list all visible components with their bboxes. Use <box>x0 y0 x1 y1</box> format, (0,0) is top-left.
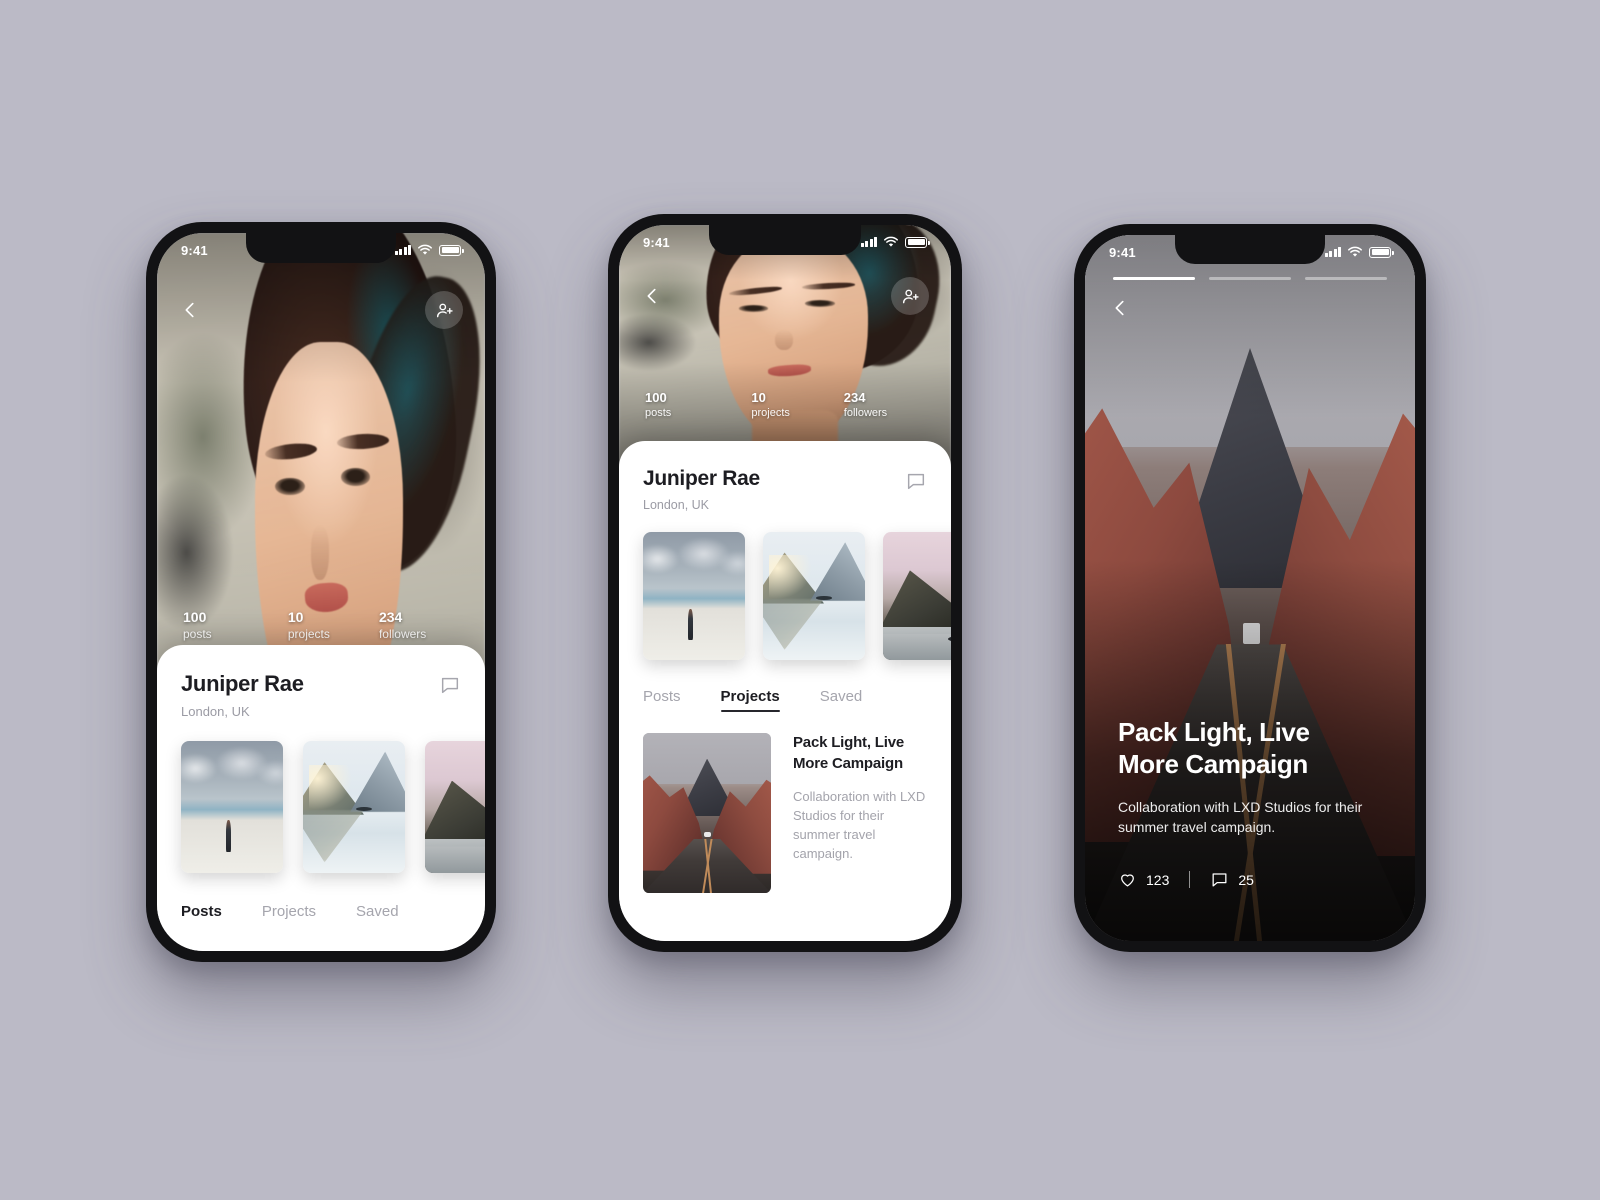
project-detail-content: Pack Light, Live More Campaign Collabora… <box>1085 717 1415 889</box>
nav-row <box>619 277 951 315</box>
thumbnail-item[interactable] <box>883 532 951 660</box>
screen-profile-posts: 9:41 100 posts 10 projects 234 followers… <box>157 233 485 951</box>
message-bubble-icon[interactable] <box>905 470 927 497</box>
screen-project-detail: 9:41 Pack Light, Live More Campaign Coll… <box>1085 235 1415 941</box>
progress-segment-3[interactable] <box>1305 277 1387 280</box>
tab-posts[interactable]: Posts <box>643 688 681 705</box>
thumbnail-item[interactable] <box>303 741 405 873</box>
tab-saved[interactable]: Saved <box>356 903 399 920</box>
tab-projects[interactable]: Projects <box>262 903 316 920</box>
thumbnail-item[interactable] <box>643 532 745 660</box>
profile-card-header: Juniper Rae London, UK <box>181 671 461 719</box>
project-list-item[interactable]: Pack Light, Live More Campaign Collabora… <box>643 733 927 893</box>
profile-card: Juniper Rae London, UK Posts Projects Sa… <box>619 441 951 941</box>
chevron-left-icon[interactable] <box>641 285 663 307</box>
like-count: 123 <box>1146 871 1170 888</box>
thumbnail-strip[interactable] <box>643 532 951 660</box>
stat-projects: 10 projects <box>751 390 790 420</box>
like-group[interactable]: 123 <box>1118 870 1169 889</box>
stat-followers: 234 followers <box>843 390 888 420</box>
content-tabs[interactable]: Posts Projects Saved <box>181 903 461 920</box>
stat-posts: 100 posts <box>645 390 672 420</box>
progress-segment-1[interactable] <box>1113 277 1195 280</box>
message-bubble-icon[interactable] <box>439 674 461 701</box>
project-title: Pack Light, Live More Campaign <box>793 734 904 772</box>
thumbnail-item[interactable] <box>425 741 485 873</box>
tab-saved[interactable]: Saved <box>820 688 863 705</box>
content-tabs[interactable]: Posts Projects Saved <box>643 688 927 712</box>
profile-stats: 100 posts 10 projects 234 followers <box>619 390 951 421</box>
profile-location: London, UK <box>643 498 710 512</box>
screen-profile-projects: 9:41 100 posts 10 projects 234 followers… <box>619 225 951 941</box>
device-notch <box>1175 235 1325 264</box>
profile-stats: 100 posts 10 projects 234 followers <box>157 609 485 642</box>
project-detail-description: Collaboration with LXD Studios for their… <box>1118 799 1363 836</box>
profile-name: Juniper Rae <box>643 467 760 490</box>
device-notch <box>246 233 396 263</box>
phone-mockup-project-detail: 9:41 Pack Light, Live More Campaign Coll… <box>1074 224 1426 952</box>
project-thumbnail[interactable] <box>643 733 771 893</box>
thumbnail-item[interactable] <box>763 532 865 660</box>
add-person-icon[interactable] <box>425 291 463 329</box>
engagement-meta: 123 25 <box>1118 870 1382 889</box>
comment-count: 25 <box>1238 871 1254 888</box>
profile-card: Juniper Rae London, UK Posts Projects Sa… <box>157 645 485 951</box>
profile-hero-photo <box>619 225 951 475</box>
comment-bubble-icon[interactable] <box>1210 870 1229 889</box>
thumbnail-item[interactable] <box>181 741 283 873</box>
nav-row <box>1085 297 1415 319</box>
nav-row <box>157 291 485 329</box>
chevron-left-icon[interactable] <box>179 299 201 321</box>
progress-segment-2[interactable] <box>1209 277 1291 280</box>
phone-mockup-profile-posts: 9:41 100 posts 10 projects 234 followers… <box>146 222 496 962</box>
profile-name: Juniper Rae <box>181 671 304 696</box>
thumbnail-strip[interactable] <box>181 741 485 873</box>
chevron-left-icon[interactable] <box>1109 297 1131 319</box>
heart-icon[interactable] <box>1118 870 1137 889</box>
stat-projects: 10 projects <box>287 609 330 641</box>
profile-card-header: Juniper Rae London, UK <box>643 467 927 512</box>
project-description: Collaboration with LXD Studios for their… <box>793 789 926 861</box>
meta-divider <box>1189 871 1191 888</box>
project-detail-title: Pack Light, Live More Campaign <box>1118 716 1310 779</box>
tab-projects[interactable]: Projects <box>720 688 780 712</box>
phone-mockup-profile-projects: 9:41 100 posts 10 projects 234 followers… <box>608 214 962 952</box>
comment-group[interactable]: 25 <box>1210 870 1254 889</box>
device-notch <box>709 225 861 255</box>
profile-location: London, UK <box>181 704 250 719</box>
story-progress-bar[interactable] <box>1113 277 1387 280</box>
stat-followers: 234 followers <box>378 609 427 641</box>
tab-posts[interactable]: Posts <box>181 903 222 920</box>
add-person-icon[interactable] <box>891 277 929 315</box>
stat-posts: 100 posts <box>183 609 212 641</box>
tab-underline <box>720 710 780 712</box>
